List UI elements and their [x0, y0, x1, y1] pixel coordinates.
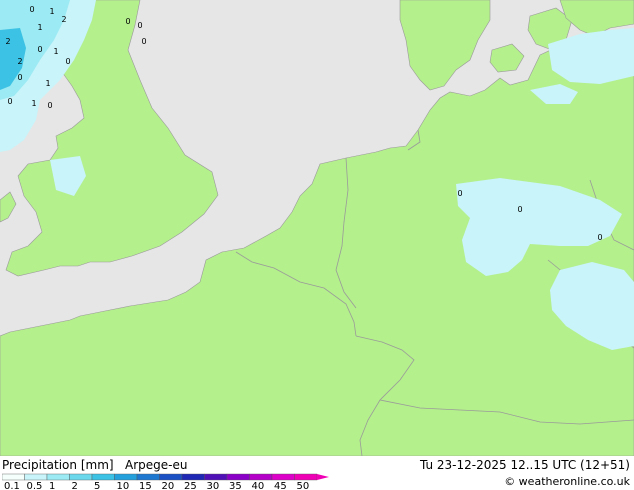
legend-swatch [249, 473, 273, 481]
legend-swatch [69, 473, 93, 481]
precip-value: 2 [61, 15, 66, 24]
legend-label: 35 [229, 481, 242, 490]
legend-swatch [91, 473, 115, 481]
legend-swatch [226, 473, 250, 481]
precip-value: 0 [29, 5, 34, 14]
legend-swatch [114, 473, 138, 481]
legend-label: 5 [94, 481, 100, 490]
precip-value: 2 [17, 57, 22, 66]
product-title: Precipitation [mm] Arpege-eu [2, 458, 187, 472]
precip-value: 0 [17, 73, 22, 82]
legend-swatch [136, 473, 160, 481]
precip-value: 1 [31, 99, 36, 108]
legend-label: 45 [274, 481, 287, 490]
legend-label: 1 [49, 481, 55, 490]
legend-label: 25 [184, 481, 197, 490]
map-footer: Precipitation [mm] Arpege-eu Tu 23-12-20… [0, 456, 634, 490]
precip-legend: 0.1 0.5 1 2 5 10 15 20 25 30 35 40 45 50 [2, 473, 329, 490]
precip-value: 0 [137, 21, 142, 30]
map-frame: 01200012021001010000 Precipitation [mm] … [0, 0, 634, 490]
legend-label: 40 [252, 481, 265, 490]
legend-label: 20 [162, 481, 175, 490]
legend-label: 2 [72, 481, 78, 490]
legend-swatches [2, 473, 329, 481]
model-name: Arpege-eu [125, 458, 188, 472]
precip-value: 1 [53, 47, 58, 56]
legend-swatch [271, 473, 295, 481]
precip-value: 0 [517, 205, 522, 214]
legend-labels: 0.1 0.5 1 2 5 10 15 20 25 30 35 40 45 50 [4, 481, 309, 490]
precip-value: 0 [7, 97, 12, 106]
precip-value: 0 [141, 37, 146, 46]
precip-value: 0 [47, 101, 52, 110]
legend-swatch [2, 473, 25, 481]
precip-value: 0 [597, 233, 602, 242]
precip-value: 0 [65, 57, 70, 66]
product-name: Precipitation [mm] [2, 458, 114, 472]
credit-text: © weatheronline.co.uk [504, 475, 630, 488]
legend-label: 30 [207, 481, 220, 490]
legend-swatch [204, 473, 228, 481]
precip-value: 0 [37, 45, 42, 54]
valid-time: Tu 23-12-2025 12..15 UTC (12+51) [419, 458, 630, 472]
precipitation-map: 0 12 0 00120210010 1 0000 [0, 0, 634, 456]
precip-value: 0 [457, 189, 462, 198]
legend-label: 10 [117, 481, 130, 490]
precip-value: 0 [125, 17, 130, 26]
legend-swatch [24, 473, 48, 481]
legend-swatch [159, 473, 183, 481]
precip-value: 2 [5, 37, 10, 46]
precip-value: 1 [37, 23, 42, 32]
legend-swatch [181, 473, 205, 481]
legend-label: 50 [297, 481, 310, 490]
legend-label: 15 [139, 481, 152, 490]
legend-swatch [294, 473, 318, 481]
legend-arrow [317, 474, 329, 480]
legend-label: 0.1 [4, 481, 20, 490]
precip-value: 1 [45, 79, 50, 88]
legend-swatch [46, 473, 70, 481]
precip-value: 1 [49, 7, 54, 16]
legend-label: 0.5 [27, 481, 43, 490]
